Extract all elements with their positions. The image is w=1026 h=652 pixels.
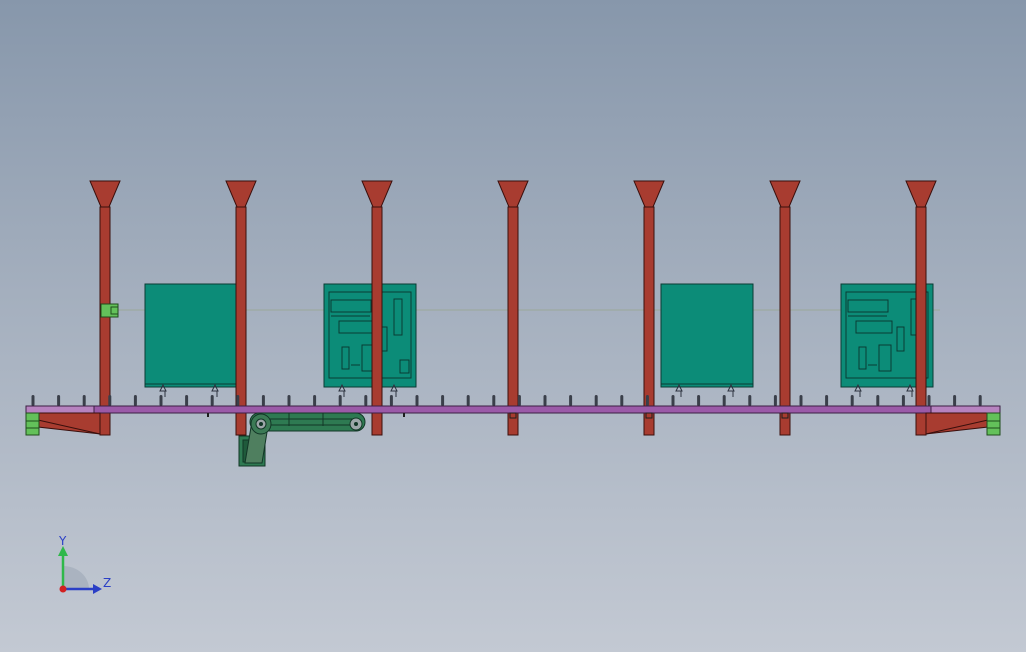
- rail-pin: [31, 395, 35, 406]
- rail-pin: [389, 395, 393, 406]
- rail-pin: [210, 395, 214, 406]
- end-frame-left[interactable]: [25, 412, 101, 436]
- rail-pin-row: [31, 395, 982, 406]
- rail-pin: [57, 395, 61, 406]
- end-frame-right[interactable]: [925, 412, 1001, 436]
- support-column-5[interactable]: [633, 180, 665, 436]
- rail-pin: [799, 395, 803, 406]
- rail-pin: [748, 395, 752, 406]
- support-column-4[interactable]: [497, 180, 529, 436]
- cabinet-panel-3[interactable]: [660, 283, 754, 388]
- rail-pin: [466, 395, 470, 406]
- rail-pin: [159, 395, 163, 406]
- z-axis-label: Z: [103, 576, 111, 590]
- rail-pin: [927, 395, 931, 406]
- y-axis-label: Y: [58, 534, 67, 548]
- rail-pin: [133, 395, 137, 406]
- rail-pin: [978, 395, 982, 406]
- rail-pin: [620, 395, 624, 406]
- rail-pin: [645, 395, 649, 406]
- rail-pin: [517, 395, 521, 406]
- rail-pin: [825, 395, 829, 406]
- rail-pin: [594, 395, 598, 406]
- rail-pin: [261, 395, 265, 406]
- cabinet-panel-1[interactable]: [144, 283, 238, 388]
- sensor-bracket[interactable]: [100, 303, 119, 318]
- x-axis-point: [59, 585, 67, 593]
- rail-pin: [569, 395, 573, 406]
- rail-pin: [671, 395, 675, 406]
- panel-mount-clips: [159, 383, 914, 397]
- rail-pin: [364, 395, 368, 406]
- rail-pin: [697, 395, 701, 406]
- rail-pin: [313, 395, 317, 406]
- rail-pin: [850, 395, 854, 406]
- cabinet-panel-2[interactable]: [323, 283, 417, 388]
- rail-pin: [415, 395, 419, 406]
- rail-pin: [492, 395, 496, 406]
- rail-pin: [338, 395, 342, 406]
- cad-model-view[interactable]: Y Z: [0, 0, 1026, 652]
- rail-pin: [901, 395, 905, 406]
- rail-pin: [287, 395, 291, 406]
- rail-pin: [185, 395, 189, 406]
- main-rail[interactable]: [25, 405, 1001, 414]
- rail-pin: [82, 395, 86, 406]
- rail-pin: [876, 395, 880, 406]
- rail-pin: [441, 395, 445, 406]
- rail-pin: [773, 395, 777, 406]
- rail-pin: [543, 395, 547, 406]
- rail-pin: [108, 395, 112, 406]
- rail-pin: [953, 395, 957, 406]
- rail-pin: [236, 395, 240, 406]
- coordinate-triad[interactable]: Y Z: [58, 534, 111, 594]
- rail-pin: [722, 395, 726, 406]
- graphics-viewport[interactable]: Y Z: [0, 0, 1026, 652]
